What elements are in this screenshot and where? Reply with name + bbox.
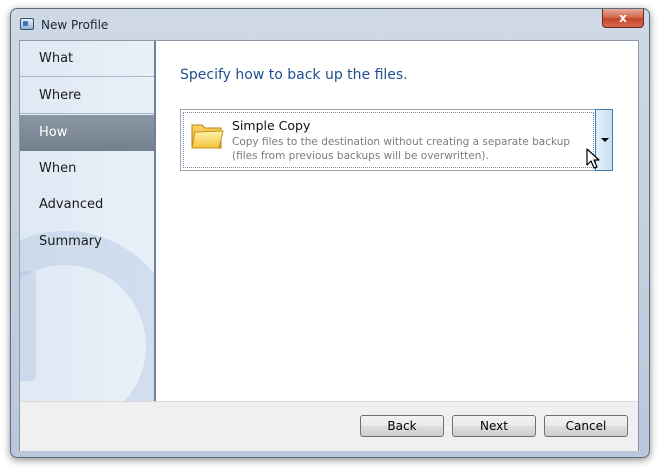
next-button[interactable]: Next	[452, 415, 536, 437]
page-heading: Specify how to back up the files.	[180, 67, 408, 83]
sidebar-item-what[interactable]: What	[20, 41, 154, 77]
button-bar: Back Next Cancel	[20, 401, 638, 451]
sidebar-item-how[interactable]: How	[20, 115, 154, 151]
backup-method-dropdown[interactable]: Simple Copy Copy files to the destinatio…	[180, 109, 613, 171]
mouse-pointer-icon	[586, 148, 600, 169]
wizard-sidebar: What Where How When Advanced Summary	[20, 41, 156, 401]
sidebar-item-when[interactable]: When	[20, 151, 154, 187]
selected-option[interactable]: Simple Copy Copy files to the destinatio…	[183, 112, 594, 168]
content-panel: Specify how to back up the files. Simple…	[156, 41, 638, 401]
cancel-button[interactable]: Cancel	[544, 415, 628, 437]
option-description: Copy files to the destination without cr…	[232, 136, 571, 162]
new-profile-window: New Profile x What Where How When Advanc…	[10, 8, 650, 458]
sidebar-item-summary[interactable]: Summary	[20, 224, 154, 260]
close-button[interactable]: x	[602, 9, 644, 28]
folder-icon	[191, 124, 224, 149]
back-button[interactable]: Back	[360, 415, 444, 437]
title-bar[interactable]: New Profile x	[11, 9, 649, 39]
sidebar-item-where[interactable]: Where	[20, 78, 154, 114]
window-title: New Profile	[41, 18, 109, 32]
dialog-body: What Where How When Advanced Summary Spe…	[19, 40, 639, 451]
clock-hand-watermark	[20, 271, 36, 381]
option-title: Simple Copy	[232, 118, 311, 133]
sidebar-item-advanced[interactable]: Advanced	[20, 187, 154, 223]
app-icon	[20, 18, 34, 30]
